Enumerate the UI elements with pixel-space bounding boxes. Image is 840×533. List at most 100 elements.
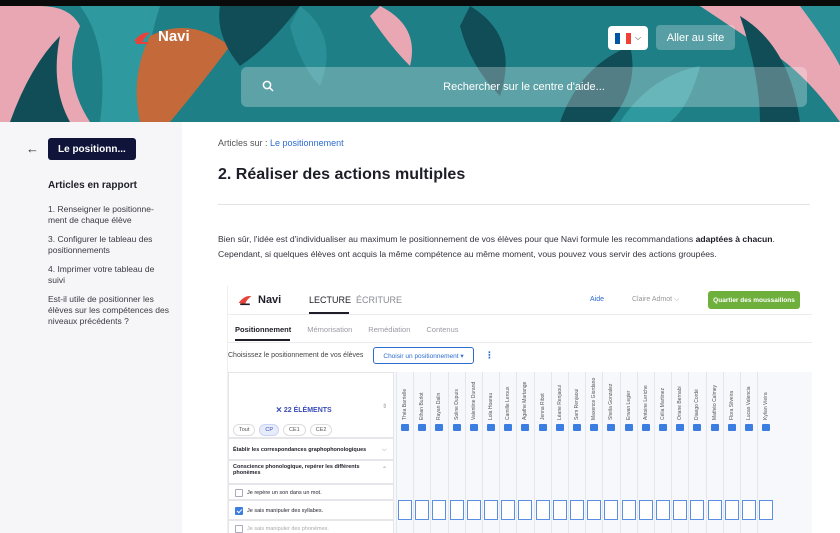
back-arrow-icon[interactable]: ←: [26, 141, 39, 156]
student-position-box: [538, 424, 547, 431]
student-column-header: Maxence Giordano: [587, 374, 601, 420]
student-name: Diaego Cordé: [694, 389, 701, 420]
group-label: Conscience phonologique, repérer les dif…: [233, 464, 360, 476]
student-position-box: [435, 424, 444, 431]
student-name: Lola Hoarau: [488, 392, 494, 420]
student-name: Soline Dupuis: [453, 389, 460, 420]
student-name: Théa Barrielle: [402, 388, 408, 420]
student-column-header: Léane Renjaoui: [553, 374, 567, 420]
subtab-active-indicator: [235, 339, 290, 341]
related-articles-list: 1. Renseigner le positionne-ment de chaq…: [48, 204, 170, 335]
selected-cell: [656, 500, 670, 520]
student-column-header: Mathéo Calmey: [708, 374, 722, 420]
student-name: Kylian Vieira: [763, 392, 770, 420]
hero-banner: Navi ⌵ Aller au site Rechercher sur le c…: [0, 0, 840, 122]
selected-cell: [707, 500, 722, 520]
student-column-header: Agathe Martange: [518, 374, 532, 420]
category-pill[interactable]: Le positionn...: [48, 138, 136, 160]
student-name: Célia Martinez: [660, 388, 666, 420]
class-button: Quartier des moussaillons: [708, 291, 800, 309]
student-position-box: [452, 424, 461, 431]
student-position-box: [676, 424, 685, 431]
student-name: Agathe Martange: [522, 381, 529, 420]
divider: [218, 204, 810, 205]
grid-item-row: Je sais manipuler des phonèmes.: [228, 520, 394, 533]
body-text-bold: adaptées à chacun: [695, 234, 773, 244]
article-body: Bien sûr, l'idée est d'individualiser au…: [218, 232, 814, 262]
selected-cell: [690, 500, 705, 520]
student-position-box: [521, 424, 530, 431]
student-name: Maxence Giordano: [591, 377, 598, 420]
selected-cell: [501, 500, 516, 520]
more-options-icon: ⋮: [485, 350, 494, 360]
chip-ce2: CE2: [309, 424, 333, 436]
chevron-down-icon: ⌵: [634, 33, 642, 42]
subtab-remediation: Remédiation: [368, 325, 411, 334]
sort-icon: ⇕: [382, 404, 388, 410]
student-column-header: Célia Martinez: [656, 374, 670, 420]
related-article-link[interactable]: Est-il utile de positionner les élèves s…: [48, 294, 170, 327]
student-position-box: [573, 424, 581, 431]
student-position-box: [710, 424, 719, 431]
student-column-header: Jenna Ribot: [536, 374, 550, 420]
selected-cell: [742, 500, 756, 520]
row-checkbox: [235, 489, 243, 497]
student-position-box: [469, 424, 478, 431]
selected-cell: [518, 500, 533, 520]
chip-tout: Tout: [233, 424, 256, 436]
related-article-link[interactable]: 3. Configurer le tableau des positionnem…: [48, 234, 170, 256]
group-label: Établir les correspondances graphophonol…: [233, 447, 367, 453]
subtab-memorisation: Mémorisation: [307, 325, 353, 334]
navi-logo-text: Navi: [158, 28, 190, 45]
selected-cell: [638, 500, 653, 520]
breadcrumb-link[interactable]: Le positionnement: [270, 138, 344, 148]
student-column-header: Lucas Valencia: [742, 374, 756, 420]
selected-cell: [570, 500, 584, 520]
item-label: Je sais manipuler des phonèmes.: [247, 526, 329, 532]
related-article-link[interactable]: 4. Imprimer votre tableau de suivi: [48, 264, 170, 286]
student-name: Erwan Legier: [625, 390, 632, 420]
student-name: Jenna Ribot: [539, 393, 546, 420]
back-navigation[interactable]: ← Le positionn...: [26, 138, 136, 160]
student-position-box: [555, 424, 564, 431]
grid-header-cell: × 22 ÉLÉMENTS ⇕ Tout CP CE1 CE2: [228, 372, 394, 438]
item-label: Je repère un son dans un mot.: [247, 490, 322, 496]
chevron-up-icon: ⌃: [382, 467, 388, 473]
selected-cell: [724, 500, 739, 520]
student-name: Valentine Durand: [470, 381, 477, 420]
selected-cell: [673, 500, 688, 520]
search-input[interactable]: Rechercher sur le centre d'aide...: [341, 81, 707, 93]
selected-cell: [432, 500, 447, 520]
navi-logo[interactable]: Navi: [132, 28, 190, 45]
french-flag-icon: [614, 32, 631, 44]
item-label: Je sais manipuler des syllabes.: [247, 508, 324, 514]
student-name: Flora Silveira: [728, 390, 735, 420]
student-position-box: [504, 424, 513, 431]
student-position-box: [590, 424, 599, 431]
student-column-header: Rayan Dalin: [432, 374, 446, 420]
student-position-box: [659, 424, 667, 431]
selected-cell: [759, 500, 774, 520]
grid-item-row: Je repère un son dans un mot.: [228, 484, 394, 500]
student-name: Sheila Gonzalez: [608, 383, 615, 420]
body-text-1: Bien sûr, l'idée est d'individualiser au…: [218, 234, 696, 244]
student-position-box: [641, 424, 650, 431]
navi-logo-icon: [238, 296, 252, 306]
positioning-grid: × 22 ÉLÉMENTS ⇕ Tout CP CE1 CE2 Théa Barr…: [228, 372, 812, 533]
help-search-bar[interactable]: Rechercher sur le centre d'aide...: [241, 67, 807, 107]
student-column-header: Sam Renjaoui: [570, 374, 584, 420]
related-article-link[interactable]: 1. Renseigner le positionne-ment de chaq…: [48, 204, 170, 226]
student-column-header: Valentine Durand: [467, 374, 481, 420]
go-to-site-button[interactable]: Aller au site: [656, 25, 735, 50]
student-column-header: Kylian Vieira: [759, 374, 773, 420]
element-count-label: 22 ÉLÉMENTS: [283, 407, 332, 414]
grid-item-row-selected: Je sais manipuler des syllabes.: [228, 500, 394, 520]
breadcrumb: Articles sur : Le positionnement: [218, 138, 344, 148]
selected-cell: [604, 500, 619, 520]
student-name: Mathéo Calmey: [711, 384, 718, 420]
nav-active-indicator: [309, 312, 349, 314]
student-name: Sam Renjaoui: [574, 388, 580, 420]
student-column-header: Diaego Cordé: [690, 374, 704, 420]
language-selector[interactable]: ⌵: [608, 26, 648, 50]
article-title: 2. Réaliser des actions multiples: [218, 166, 466, 183]
